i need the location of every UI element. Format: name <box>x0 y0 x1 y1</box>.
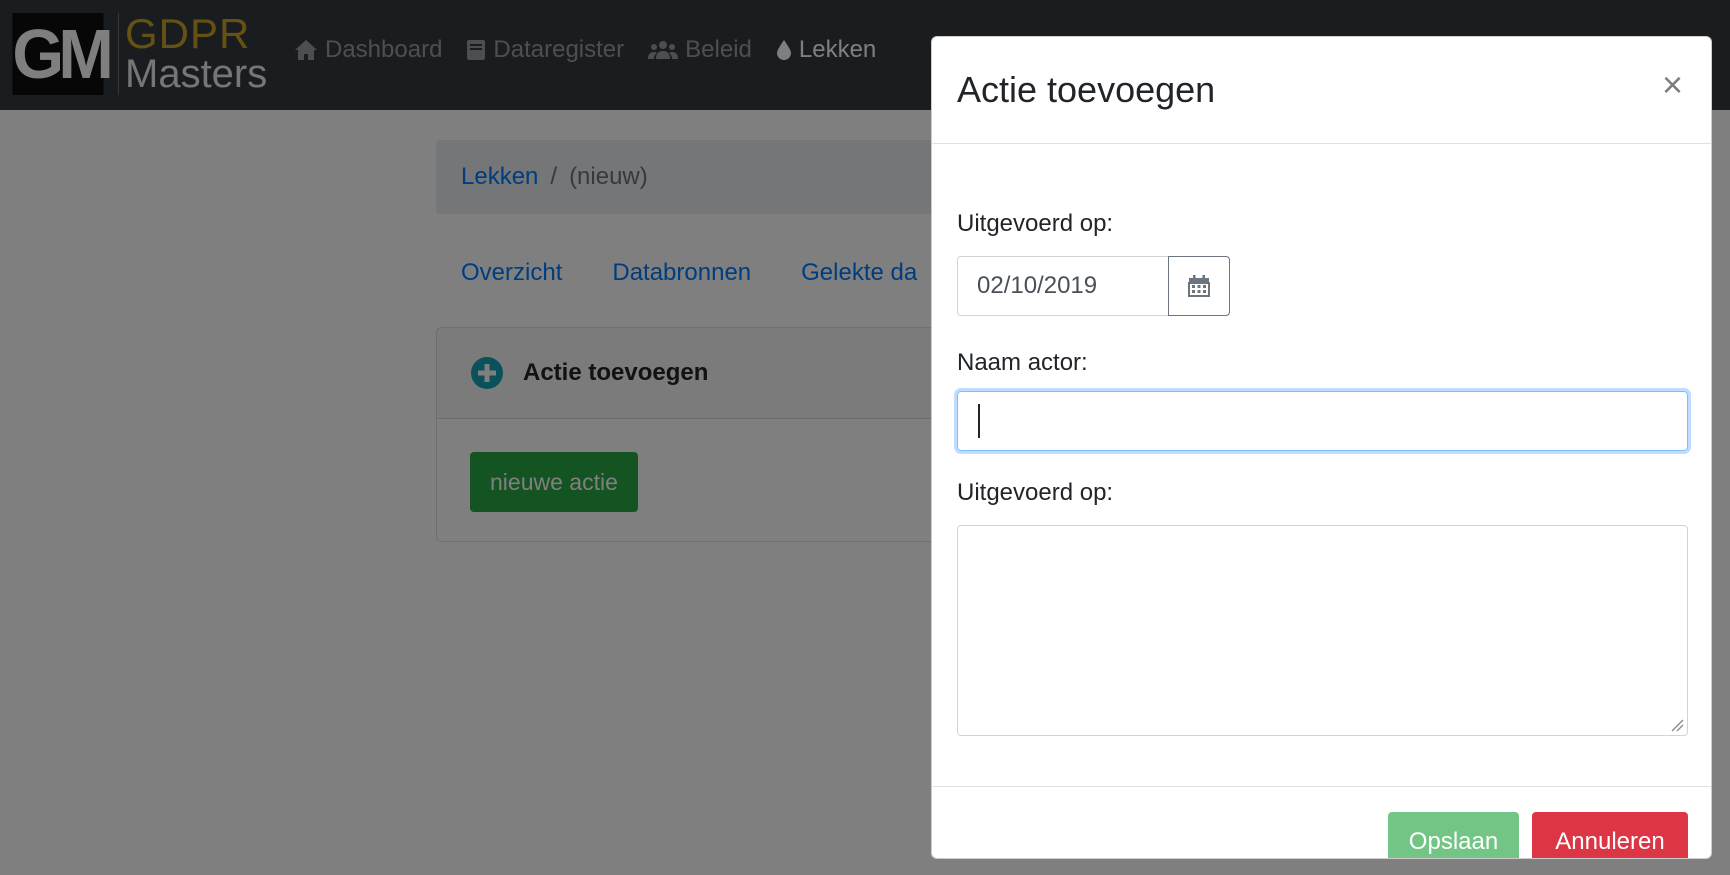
modal-header: Actie toevoegen × <box>932 37 1711 144</box>
text-caret <box>978 404 980 438</box>
description-textarea[interactable] <box>957 525 1688 736</box>
modal-title: Actie toevoegen <box>957 69 1216 110</box>
actor-name-input[interactable] <box>957 391 1688 451</box>
modal-footer: Opslaan Annuleren <box>932 786 1711 858</box>
actor-label: Naam actor: <box>957 349 1088 376</box>
calendar-icon <box>1188 275 1210 297</box>
date-label: Uitgevoerd op: <box>957 210 1114 237</box>
resize-grip-icon[interactable] <box>1670 718 1684 732</box>
description-label: Uitgevoerd op: <box>957 479 1114 506</box>
calendar-button[interactable] <box>1168 256 1230 316</box>
cancel-button[interactable]: Annuleren <box>1532 812 1688 858</box>
add-action-modal: Actie toevoegen × Uitgevoerd op: 02/10/2… <box>931 36 1712 859</box>
save-button[interactable]: Opslaan <box>1388 812 1519 858</box>
date-input[interactable]: 02/10/2019 <box>957 256 1168 316</box>
close-icon[interactable]: × <box>1662 67 1683 103</box>
